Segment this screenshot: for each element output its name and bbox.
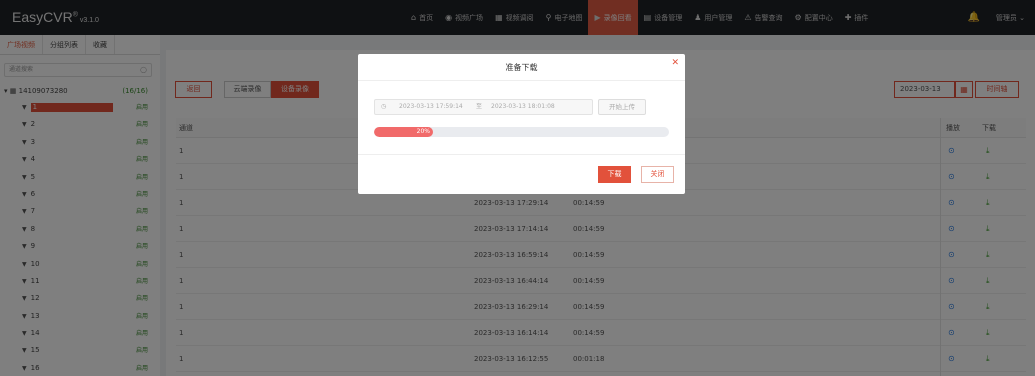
range-separator: 至: [476, 103, 483, 110]
clock-icon: ◷: [381, 103, 387, 110]
range-start: 2023-03-13 17:59:14: [399, 103, 463, 110]
download-dialog: 准备下载 ✕ ◷ 2023-03-13 17:59:14 至 2023-03-1…: [358, 54, 685, 194]
time-range-field[interactable]: ◷ 2023-03-13 17:59:14 至 2023-03-13 18:01…: [374, 99, 593, 115]
close-button[interactable]: 关闭: [641, 166, 674, 183]
download-progress-bar: 20%: [374, 127, 669, 137]
dialog-divider: [358, 154, 685, 155]
progress-fill: 20%: [374, 127, 433, 137]
close-icon[interactable]: ✕: [671, 58, 679, 68]
range-end: 2023-03-13 18:01:08: [491, 103, 555, 110]
dialog-title: 准备下载: [358, 54, 685, 81]
download-button[interactable]: 下载: [598, 166, 631, 183]
start-upload-button[interactable]: 开始上传: [598, 99, 646, 115]
